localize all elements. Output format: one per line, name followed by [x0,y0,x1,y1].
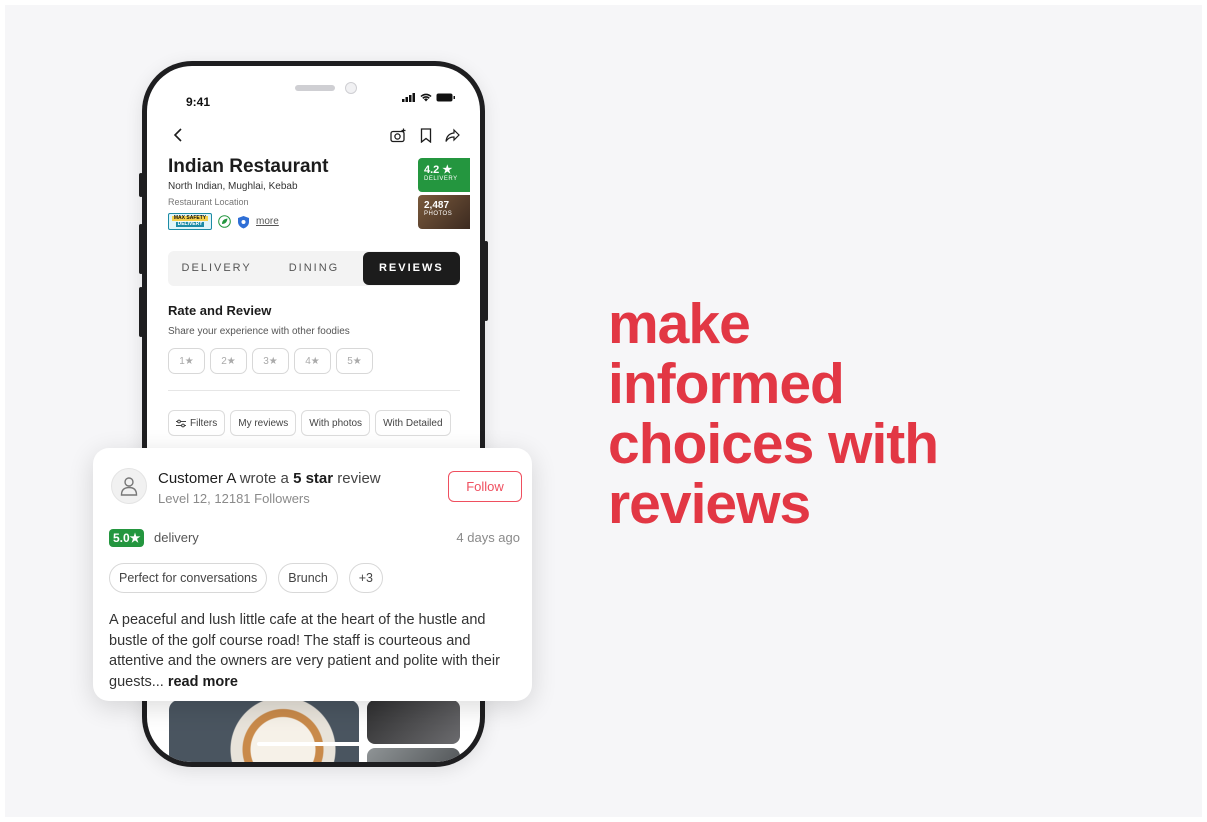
more-tags-button[interactable]: +3 [348,563,383,593]
photos-label: PHOTOS [424,211,453,217]
avatar[interactable] [111,468,147,504]
review-rating-type: delivery [154,530,199,545]
chevron-left-icon [173,128,182,142]
restaurant-name: Indian Restaurant [168,156,329,177]
tab-bar: DELIVERY DINING REVIEWS [168,251,460,286]
shield-icon [238,215,249,228]
battery-icon [436,93,455,102]
headline: make informed choices with reviews [608,294,1048,534]
section-divider [168,390,460,391]
reviewer-level: Level 12, 12181 Followers [158,491,310,506]
phone-volume-up-button [139,224,143,274]
camera-plus-icon[interactable] [390,128,407,143]
tab-dining[interactable]: DINING [265,252,362,285]
back-button[interactable] [173,128,183,147]
review-tag[interactable]: Brunch [278,563,338,593]
filter-my-reviews[interactable]: My reviews [230,410,297,436]
reviewer-suffix-text: review [333,470,381,487]
header-actions [390,128,460,143]
delivery-rating-label: DELIVERY [424,176,458,182]
reviewer-star-text: 5 star [293,470,334,487]
review-photo-3[interactable] [367,748,460,762]
follow-button[interactable]: Follow [448,471,522,502]
reviewer-headline: Customer A wrote a 5 star review [158,470,381,487]
reviewer-wrote-text: wrote a [235,470,294,487]
phone-volume-down-button [139,287,143,337]
max-safety-badge: MAX SAFETY DELIVERY [168,213,212,230]
delivery-rating-value: 4.2 ★ [424,164,453,176]
review-tags: Perfect for conversations Brunch +3 [109,563,383,593]
tab-reviews[interactable]: REVIEWS [362,252,460,285]
review-rating-badge: 5.0★ [109,529,145,547]
user-icon [120,477,138,496]
star-option-1[interactable]: 1★ [168,348,205,374]
eco-leaf-icon [218,215,231,228]
speaker-grille [295,85,335,91]
restaurant-cuisine: North Indian, Mughlai, Kebab [168,181,298,192]
photos-badge[interactable]: 2,487 PHOTOS [418,195,470,229]
status-icons [402,93,456,102]
restaurant-badges: MAX SAFETY DELIVERY more [168,213,279,230]
more-badges-link[interactable]: more [256,216,279,227]
review-card: Customer A wrote a 5 star review Level 1… [93,448,532,701]
headline-line-1: make [608,292,751,356]
signal-icon [402,93,415,102]
star-rating-options: 1★ 2★ 3★ 4★ 5★ [168,348,373,374]
wifi-icon [420,93,432,102]
home-indicator [257,742,367,746]
star-option-2[interactable]: 2★ [210,348,247,374]
headline-line-2: informed [608,352,845,416]
headline-line-3: choices with [608,412,939,476]
review-photo-pasta[interactable] [169,700,359,762]
review-filters: Filters My reviews With photos With Deta… [168,410,451,436]
sliders-icon [176,419,186,427]
share-icon[interactable] [445,128,460,143]
tab-delivery[interactable]: DELIVERY [168,252,265,285]
front-camera [345,82,357,94]
review-date: 4 days ago [456,530,520,545]
phone-power-button [484,241,488,321]
restaurant-location: Restaurant Location [168,197,249,207]
rate-review-subtitle: Share your experience with other foodies [168,326,350,337]
max-safety-badge-line2: DELIVERY [175,221,205,227]
filters-label: Filters [190,417,218,429]
headline-line-4: reviews [608,472,811,536]
photos-count: 2,487 [424,200,450,211]
phone-mute-button [139,173,143,197]
status-time: 9:41 [186,95,211,109]
review-photo-2[interactable] [367,700,460,744]
filter-with-photos[interactable]: With photos [301,410,371,436]
delivery-rating-badge[interactable]: 4.2 ★ DELIVERY [418,158,470,192]
reviewer-name[interactable]: Customer A [158,470,236,487]
star-option-4[interactable]: 4★ [294,348,331,374]
bookmark-icon[interactable] [420,128,432,143]
read-more-link[interactable]: read more [168,674,238,690]
filters-button[interactable]: Filters [168,410,226,436]
review-tag[interactable]: Perfect for conversations [109,563,268,593]
star-option-3[interactable]: 3★ [252,348,289,374]
filter-with-detailed[interactable]: With Detailed [375,410,451,436]
review-body: A peaceful and lush little cafe at the h… [109,610,519,692]
star-option-5[interactable]: 5★ [336,348,373,374]
rate-review-title: Rate and Review [168,303,272,318]
